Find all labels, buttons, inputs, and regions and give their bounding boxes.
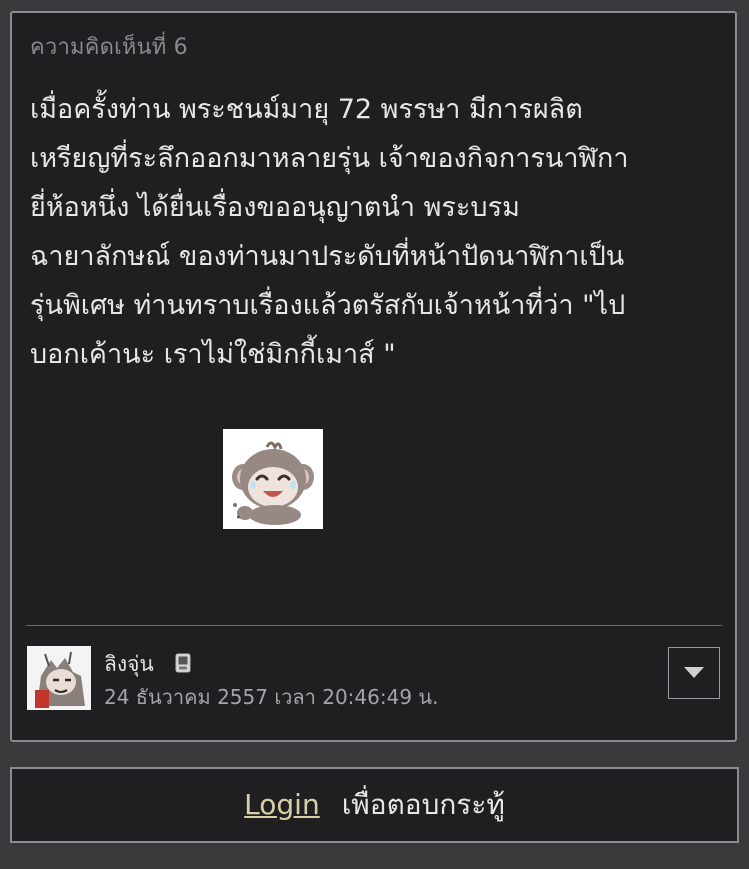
comment-timestamp: 24 ธันวาคม 2557 เวลา 20:46:49 น. [104,685,439,709]
comment-card: ความคิดเห็นที่ 6 เมื่อครั้งท่าน พระชนม์ม… [10,11,737,742]
comment-menu-button[interactable] [668,647,720,699]
reply-instruction-text: เพื่อตอบกระทู้ [341,788,505,821]
author-name[interactable]: ลิงจุ่น [104,648,154,681]
login-to-reply-bar: Login เพื่อตอบกระทู้ [10,767,739,843]
footer-divider [26,625,722,626]
mobile-device-icon [175,653,191,673]
laughing-monkey-sticker-icon [223,429,323,529]
caret-down-icon [684,667,704,678]
login-link[interactable]: Login [244,788,320,821]
comment-body: เมื่อครั้งท่าน พระชนม์มายุ 72 พรรษา มีกา… [30,94,629,370]
comment-number: ความคิดเห็นที่ 6 [30,35,188,60]
author-avatar[interactable] [27,646,91,710]
